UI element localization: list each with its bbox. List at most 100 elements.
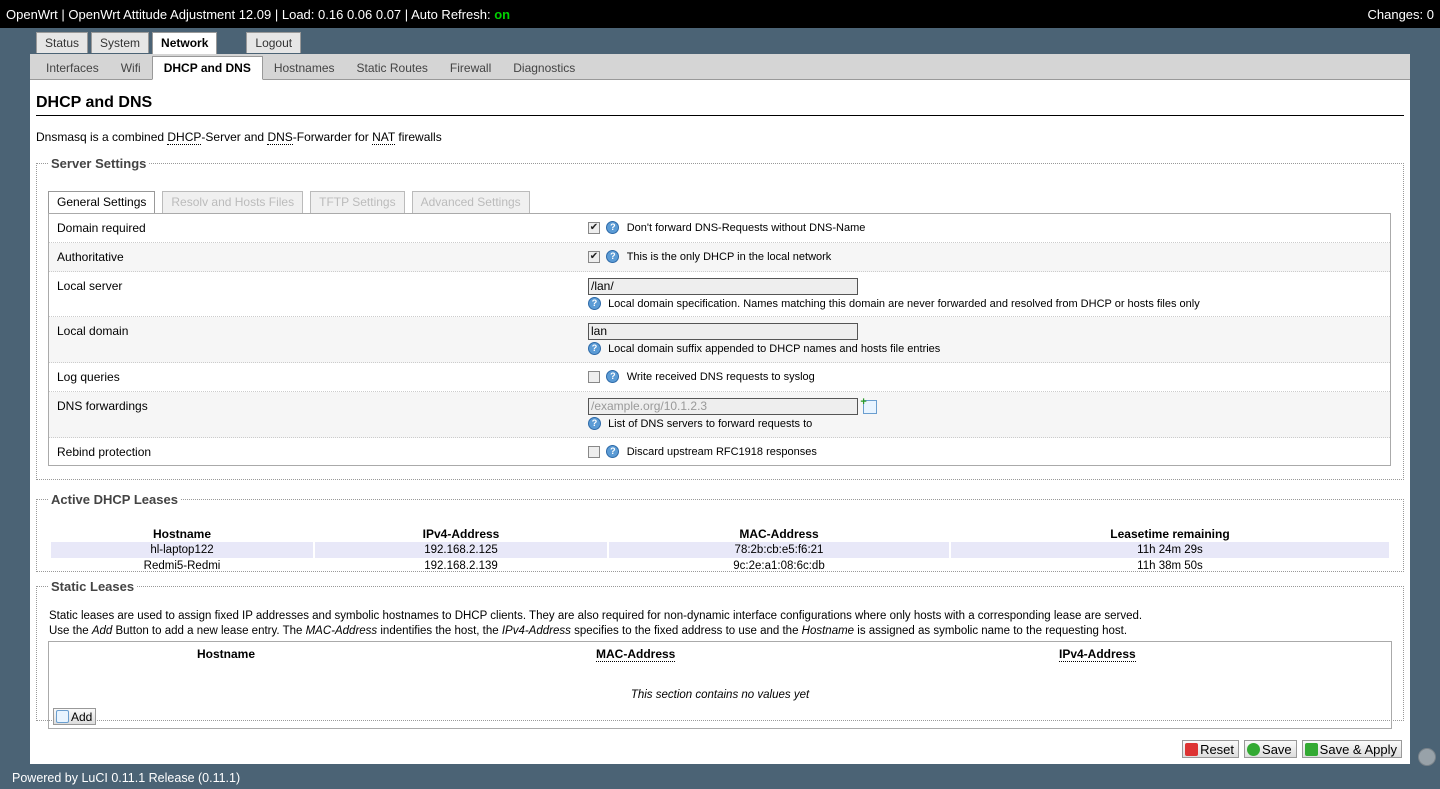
reset-button[interactable]: Reset [1182,740,1240,758]
lease-mac: 78:2b:cb:e5:f6:21 [609,542,949,558]
local-domain-label: Local domain [57,324,129,338]
load-value: 0.16 0.06 0.07 [318,6,402,22]
footer: Powered by LuCI 0.11.1 Release (0.11.1) [12,771,241,785]
row-dns-forwardings: DNS forwardings /example.org/10.1.2.3 ? … [49,392,1390,438]
sub-tabs: Interfaces Wifi DHCP and DNS Hostnames S… [30,54,1410,80]
active-leases-section: Active DHCP Leases Hostname IPv4-Address… [36,492,1404,572]
domain-required-label: Domain required [57,221,146,235]
auto-refresh-label: Auto Refresh: [411,6,491,22]
rebind-protection-label: Rebind protection [57,445,152,459]
tab-network[interactable]: Network [152,32,218,55]
col-ipv4: IPv4-Address [422,526,500,541]
col-mac: MAC-Address [739,526,819,541]
local-server-input[interactable]: /lan/ [588,278,858,295]
changes-link[interactable]: Changes: 0 [1368,7,1435,22]
subtab-diagnostics[interactable]: Diagnostics [502,57,586,79]
tab-general-settings[interactable]: General Settings [48,191,156,214]
static-leases-description: Static leases are used to assign fixed I… [49,610,1143,637]
authoritative-label: Authoritative [57,250,124,264]
rebind-protection-checkbox[interactable] [588,445,600,458]
form-actions: Reset Save Save & Apply [1182,740,1402,758]
general-settings-panel: Domain required ✔ ? Don't forward DNS-Re… [48,213,1391,466]
domain-required-checkbox[interactable]: ✔ [588,221,600,234]
col-leasetime: Leasetime remaining [1110,526,1230,541]
load-label: Load: [281,6,315,22]
active-leases-legend: Active DHCP Leases [51,492,178,507]
subtab-static-routes[interactable]: Static Routes [346,57,439,79]
lease-hostname: hl-laptop122 [51,542,313,558]
server-settings-section: Server Settings General Settings Resolv … [36,156,1404,480]
dns-forwardings-help: List of DNS servers to forward requests … [608,417,813,430]
rebind-protection-help: Discard upstream RFC1918 responses [626,445,817,458]
empty-section-message: This section contains no values yet [630,689,810,701]
brand: OpenWrt [6,6,58,22]
lease-time: 11h 24m 29s [951,542,1389,558]
tab-resolv-hosts[interactable]: Resolv and Hosts Files [162,191,304,213]
page-title: DHCP and DNS [36,94,1404,116]
row-local-domain: Local domain lan ? Local domain suffix a… [49,317,1390,363]
help-icon: ? [588,297,601,310]
authoritative-checkbox[interactable]: ✔ [588,250,600,263]
col-ipv4: IPv4-Address [1059,647,1136,662]
local-domain-input[interactable]: lan [588,323,858,340]
local-domain-help: Local domain suffix appended to DHCP nam… [608,342,941,355]
static-leases-section: Static Leases Static leases are used to … [36,579,1404,729]
save-button[interactable]: Save [1244,740,1297,758]
auto-refresh-toggle[interactable]: on [494,7,510,22]
subtab-dhcp-dns[interactable]: DHCP and DNS [151,56,263,80]
server-settings-legend: Server Settings [51,156,147,171]
save-apply-button[interactable]: Save & Apply [1301,740,1402,758]
lease-mac: 9c:2e:a1:08:6c:db [733,560,825,572]
tab-logout[interactable]: Logout [246,32,302,53]
subtab-interfaces[interactable]: Interfaces [35,57,110,79]
help-icon: ? [588,342,601,355]
row-authoritative: Authoritative ✔ ? This is the only DHCP … [49,243,1390,272]
header-left: OpenWrt | OpenWrt Attitude Adjustment 12… [6,6,511,22]
content-panel: Interfaces Wifi DHCP and DNS Hostnames S… [30,54,1410,764]
apply-icon [1304,742,1318,756]
main-tabs: Status System Network Logout [36,32,304,55]
subtab-firewall[interactable]: Firewall [439,57,502,79]
scroll-handle-icon[interactable] [1418,748,1436,766]
lease-hostname: Redmi5-Redmi [143,560,221,572]
col-hostname: Hostname [152,526,211,541]
distribution: OpenWrt Attitude Adjustment 12.09 [68,6,272,22]
reset-icon [1185,742,1199,756]
server-settings-tabs: General Settings Resolv and Hosts Files … [48,191,537,214]
save-icon [1247,742,1261,756]
log-queries-checkbox[interactable] [588,370,600,383]
static-leases-legend: Static Leases [51,579,135,594]
col-hostname: Hostname [197,647,256,661]
lease-time: 11h 38m 50s [1137,560,1203,572]
row-rebind-protection: Rebind protection ? Discard upstream RFC… [49,438,1390,466]
add-lease-button[interactable]: Add [53,708,97,725]
static-leases-table: Hostname MAC-Address IPv4-Address This s… [48,641,1392,729]
table-header-row: Hostname IPv4-Address MAC-Address Leaset… [51,525,1389,542]
subtab-hostnames[interactable]: Hostnames [263,57,346,79]
row-local-server: Local server /lan/ ? Local domain specif… [49,272,1390,317]
table-row: Redmi5-Redmi 192.168.2.139 9c:2e:a1:08:6… [51,558,1389,574]
header-bar: OpenWrt | OpenWrt Attitude Adjustment 12… [0,0,1440,28]
domain-required-help: Don't forward DNS-Requests without DNS-N… [626,221,866,234]
log-queries-label: Log queries [57,370,120,384]
add-entry-icon[interactable] [860,396,878,414]
lease-ipv4: 192.168.2.125 [315,542,607,558]
help-icon: ? [606,250,620,264]
dns-forwardings-label: DNS forwardings [57,399,148,413]
help-icon: ? [606,221,620,235]
log-queries-help: Write received DNS requests to syslog [626,370,815,383]
dns-forwardings-input[interactable]: /example.org/10.1.2.3 [588,398,858,415]
row-domain-required: Domain required ✔ ? Don't forward DNS-Re… [49,214,1390,243]
help-icon: ? [588,417,601,430]
tab-advanced-settings[interactable]: Advanced Settings [411,191,530,213]
subtab-wifi[interactable]: Wifi [110,57,152,79]
lease-ipv4: 192.168.2.139 [424,560,498,572]
row-log-queries: Log queries ? Write received DNS request… [49,363,1390,392]
local-server-label: Local server [57,279,123,293]
tab-tftp-settings[interactable]: TFTP Settings [310,191,405,213]
tab-system[interactable]: System [91,32,150,53]
tab-status[interactable]: Status [36,32,89,53]
col-mac: MAC-Address [596,647,676,662]
help-icon: ? [606,445,620,459]
local-server-help: Local domain specification. Names matchi… [608,297,1200,310]
